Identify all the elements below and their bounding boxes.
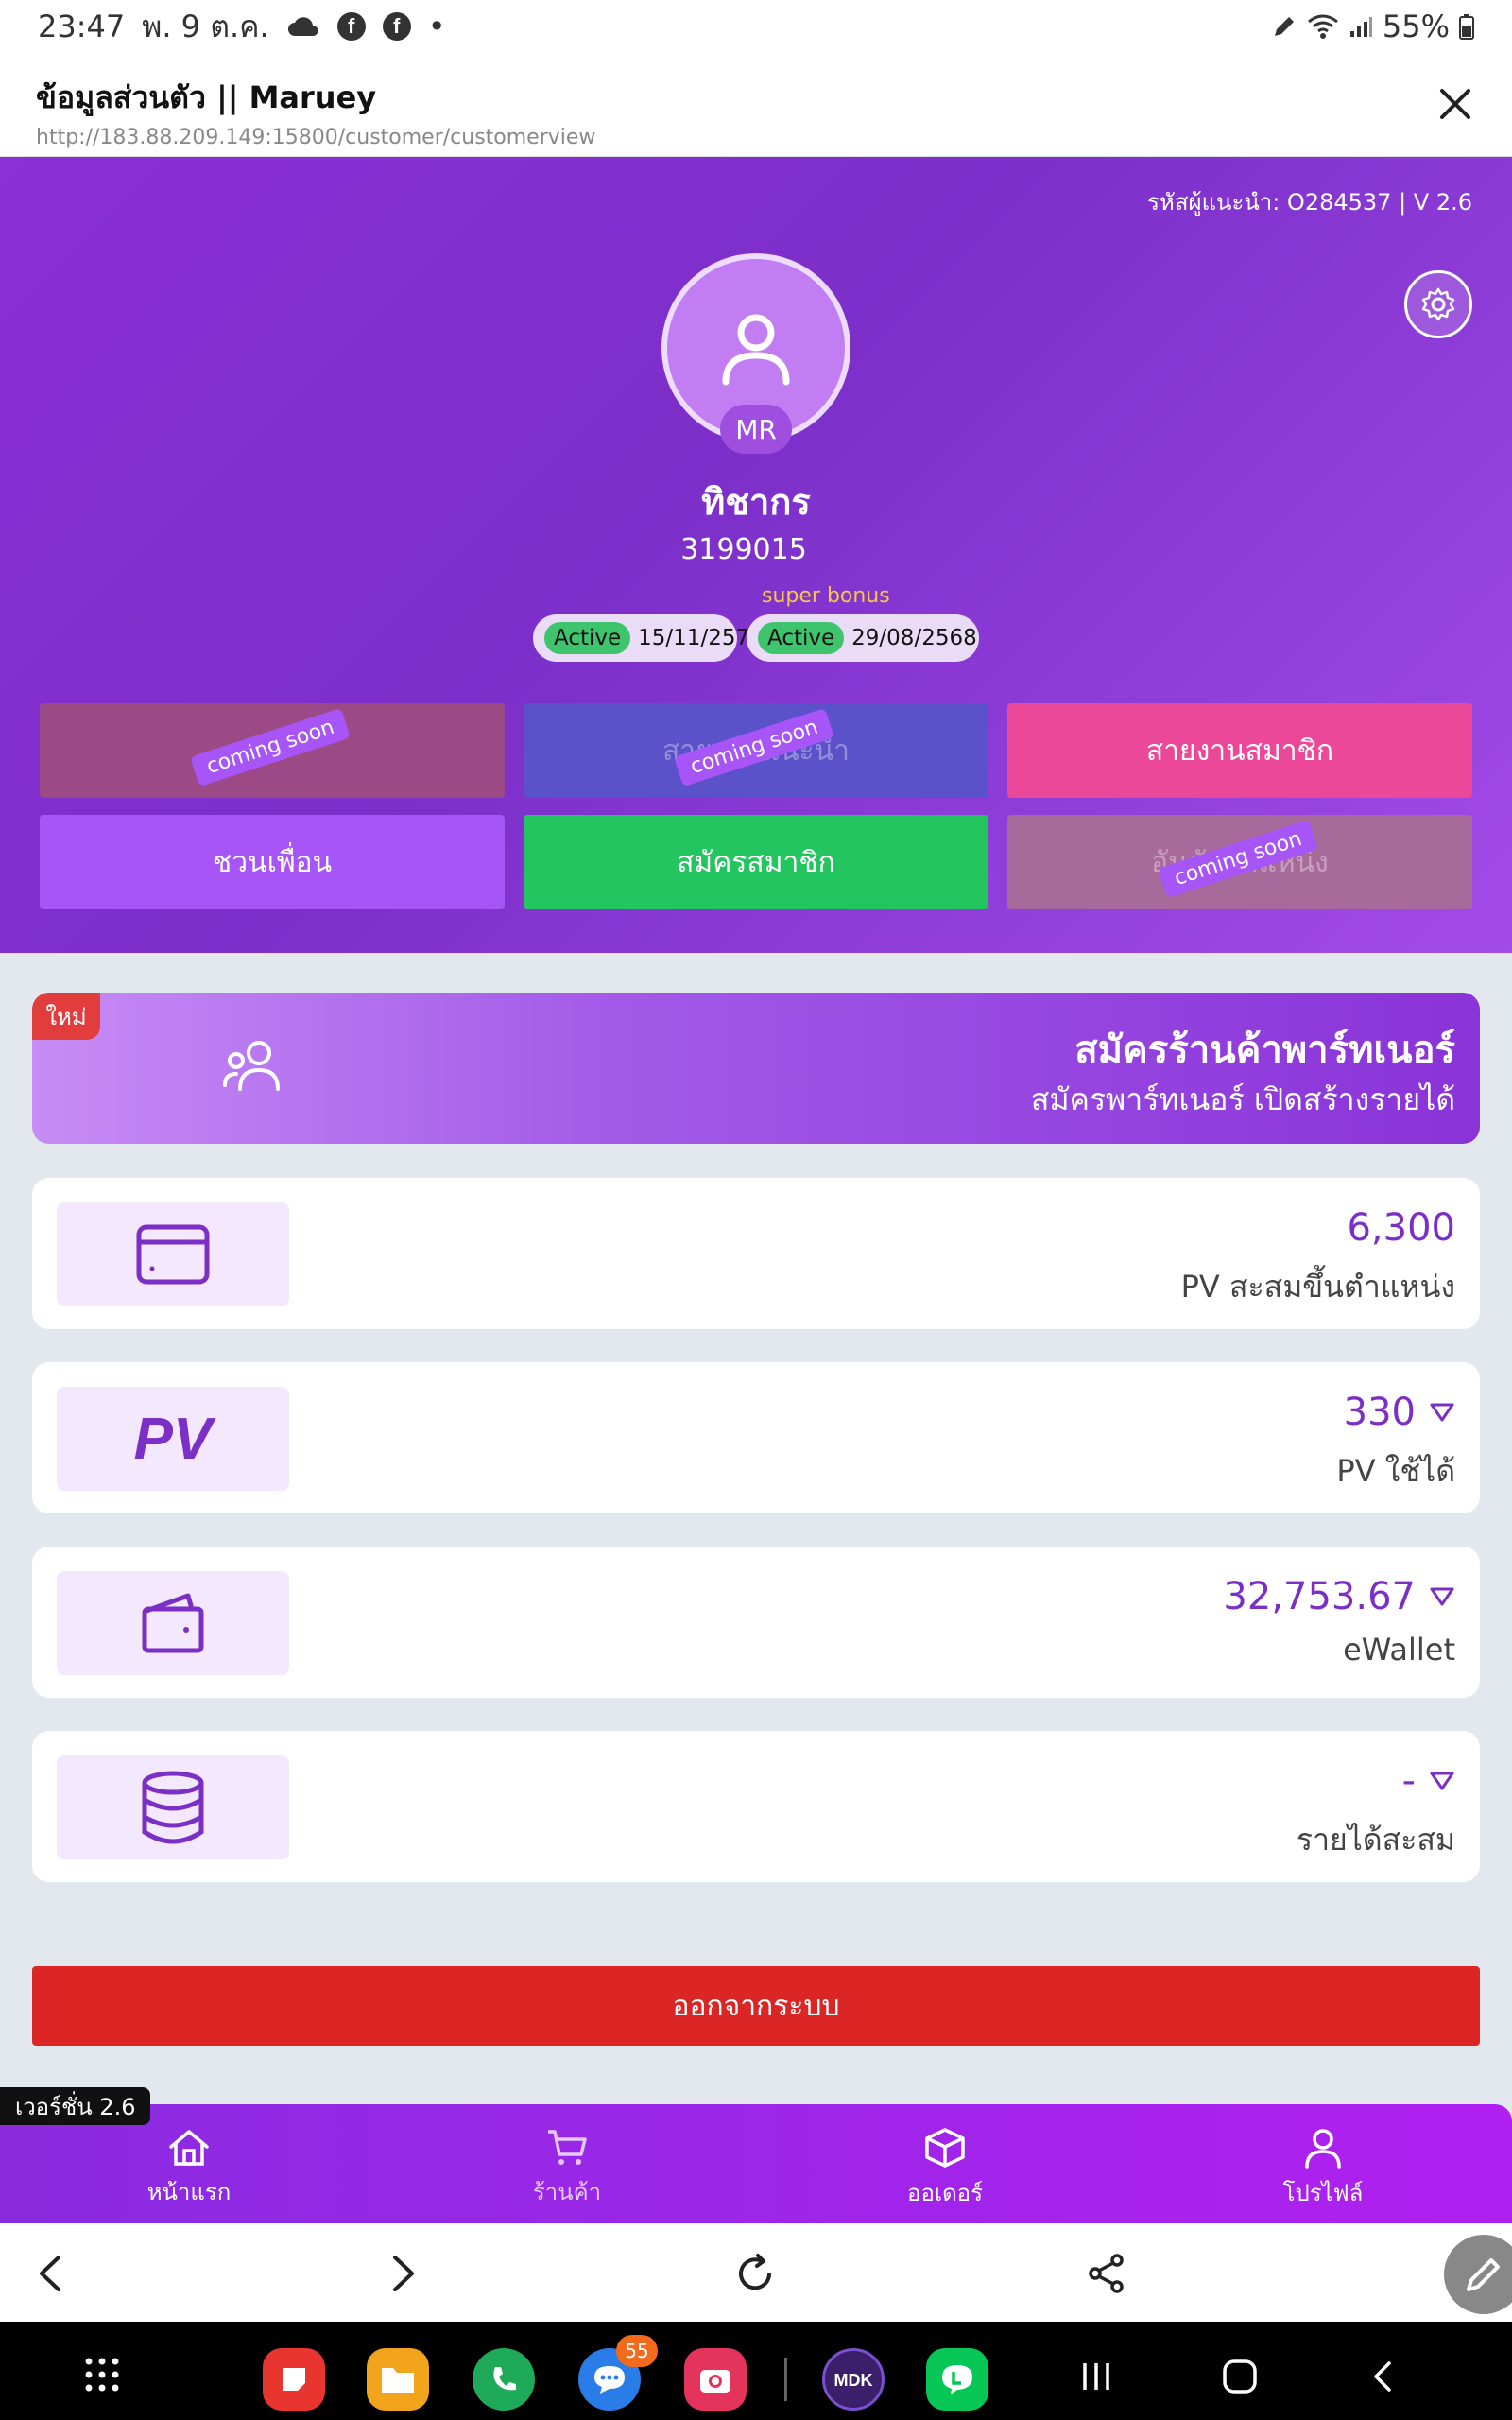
system-navigation-bar (0, 2322, 1512, 2420)
active-date: 29/08/2568 (851, 626, 977, 650)
nav-profile[interactable]: โปรไฟล์ (1134, 2104, 1512, 2223)
page-title: ข้อมูลส่วนตัว || Maruey (36, 79, 377, 115)
accumulated-income-card: - รายได้สะสม (32, 1731, 1480, 1882)
facebook-icon: f (336, 12, 366, 41)
super-bonus-status-badge: Active 29/08/2568 (747, 614, 979, 662)
active-date: 15/11/2571 (638, 626, 764, 650)
cloud-icon (286, 15, 320, 38)
cart-icon (548, 2129, 587, 2165)
status-badge: Active 15/11/2571 (533, 614, 764, 662)
referral-code: รหัสผู้แนะนำ: O284537 | V 2.6 (1147, 189, 1472, 216)
stat-value: 6,300 (1347, 1206, 1455, 1250)
browser-header: ข้อมูลส่วนตัว || Maruey http://183.88.20… (0, 53, 1512, 157)
invite-friend-button[interactable]: ชวนเพื่อน (40, 815, 505, 909)
nav-label: โปรไฟล์ (1282, 2179, 1364, 2206)
pen-icon (1271, 13, 1297, 40)
stat-value[interactable]: - (1402, 1759, 1455, 1803)
chevron-down-icon (1430, 1772, 1454, 1790)
home-button-icon[interactable] (1221, 2358, 1259, 2399)
wallet-icon (57, 1571, 289, 1675)
browser-toolbar (0, 2223, 1512, 2322)
app-drawer-icon[interactable] (81, 2354, 123, 2399)
avatar-initials: MR (720, 405, 792, 454)
line-app-icon[interactable] (926, 2348, 988, 2411)
recents-icon[interactable] (1077, 2358, 1115, 2399)
svg-text:MDK: MDK (834, 2371, 873, 2390)
gear-icon[interactable] (1404, 270, 1472, 338)
facebook-icon: f (382, 12, 411, 41)
notes-app-icon[interactable] (263, 2348, 325, 2411)
super-bonus-label: super bonus (762, 584, 890, 608)
active-label: Active (544, 622, 631, 654)
pv-accumulated-card: 6,300 PV สะสมขึ้นตำแหน่ง (32, 1178, 1480, 1329)
system-back-icon[interactable] (1365, 2358, 1402, 2399)
menu-button-label: สายงานสมาชิก (1145, 734, 1334, 768)
partner-title: สมัครร้านค้าพาร์ทเนอร์ (1074, 1028, 1455, 1072)
chevron-down-icon (1430, 1403, 1454, 1422)
stat-label: รายได้สะสม (1296, 1822, 1455, 1858)
nav-label: หน้าแรก (146, 2178, 232, 2205)
home-icon (169, 2129, 209, 2166)
stat-label: PV สะสมขึ้นตำแหน่ง (1180, 1269, 1455, 1305)
reload-icon[interactable] (733, 2252, 777, 2295)
menu-button-referral-line[interactable]: สายงานแนะนำ coming soon (524, 703, 988, 798)
menu-button-ranking[interactable]: อันดับตำแหน่ง coming soon (1007, 815, 1472, 909)
share-icon[interactable] (1085, 2252, 1128, 2295)
stat-label: eWallet (1343, 1632, 1455, 1668)
menu-button-member-line[interactable]: สายงานสมาชิก (1007, 703, 1472, 798)
nav-shop[interactable]: ร้านค้า (378, 2104, 756, 2223)
phone-app-icon[interactable] (472, 2348, 535, 2411)
forward-icon[interactable] (380, 2252, 423, 2295)
close-icon[interactable] (1435, 83, 1476, 125)
card-icon (57, 1202, 289, 1306)
battery-level: 55% (1382, 9, 1450, 44)
status-time: 23:47 (38, 9, 126, 44)
pv-icon: PV (57, 1387, 289, 1491)
menu-button-label: สมัครสมาชิก (677, 845, 835, 879)
back-icon[interactable] (30, 2252, 74, 2295)
dock-divider (784, 2358, 787, 2401)
folder-app-icon[interactable] (367, 2348, 429, 2411)
nav-label: ออเดอร์ (907, 2179, 983, 2206)
logout-button[interactable]: ออกจากระบบ (32, 1966, 1480, 2046)
stat-value[interactable]: 330 (1344, 1391, 1455, 1434)
user-name: ทิชากร (701, 481, 811, 523)
new-badge: ใหม่ (32, 993, 100, 1040)
menu-button-1[interactable]: ... coming soon (40, 703, 505, 798)
signal-icon (1349, 14, 1373, 39)
bottom-navigation: หน้าแรก ร้านค้า ออเดอร์ โปรไฟล์ (0, 2104, 1512, 2223)
stat-value[interactable]: 32,753.67 (1223, 1575, 1455, 1618)
version-tag: เวอร์ชั่น 2.6 (0, 2087, 151, 2125)
page-url[interactable]: http://183.88.209.149:15800/customer/cus… (36, 126, 1476, 149)
status-bar: 23:47 พ. 9 ต.ค. f f • 55% (0, 0, 1512, 53)
menu-button-label: ชวนเพื่อน (212, 845, 333, 879)
users-icon (221, 1036, 289, 1102)
dot-icon: • (427, 9, 446, 44)
coming-soon-badge: coming soon (190, 707, 352, 787)
camera-app-icon[interactable] (684, 2348, 747, 2411)
register-member-button[interactable]: สมัครสมาชิก (524, 815, 988, 909)
user-icon (1305, 2128, 1341, 2169)
member-id: 3199015 (680, 533, 807, 566)
status-date: พ. 9 ต.ค. (142, 8, 269, 44)
mdk-app-icon[interactable]: MDK (822, 2348, 885, 2411)
chevron-down-icon (1430, 1587, 1454, 1606)
user-icon (722, 314, 790, 386)
partner-signup-banner[interactable]: ใหม่ สมัครร้านค้าพาร์ทเนอร์ สมัครพาร์ทเน… (32, 993, 1480, 1144)
box-icon (925, 2127, 965, 2168)
active-label: Active (758, 622, 845, 654)
nav-orders[interactable]: ออเดอร์ (756, 2104, 1134, 2223)
notification-count-badge: 55 (616, 2335, 658, 2367)
wifi-icon (1307, 13, 1339, 40)
stat-label: PV ใช้ได้ (1336, 1453, 1455, 1489)
pv-available-card: PV 330 PV ใช้ได้ (32, 1362, 1480, 1513)
battery-icon (1459, 13, 1474, 40)
partner-subtitle: สมัครพาร์ทเนอร์ เปิดสร้างรายได้ (1030, 1081, 1455, 1117)
profile-header: รหัสผู้แนะนำ: O284537 | V 2.6 MR ทิชากร … (0, 157, 1512, 953)
database-icon (57, 1755, 289, 1859)
ewallet-card: 32,753.67 eWallet (32, 1547, 1480, 1698)
nav-label: ร้านค้า (532, 2178, 602, 2205)
